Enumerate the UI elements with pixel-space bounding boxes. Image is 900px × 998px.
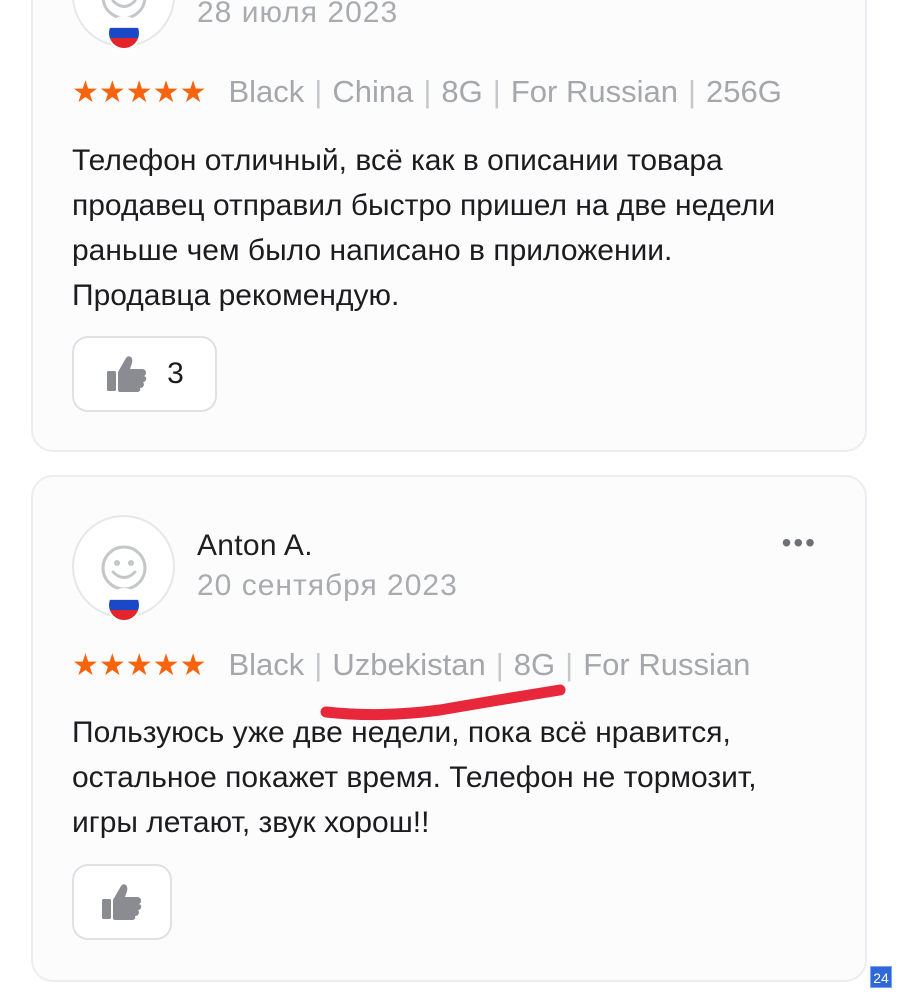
thumbs-up-icon bbox=[102, 884, 142, 920]
review-date: 28 июля 2023 bbox=[197, 0, 399, 29]
option-ram: 8G bbox=[513, 647, 556, 682]
product-options: ★★★★★ Black | Uzbekistan | 8G | For Russian bbox=[72, 647, 751, 682]
review-card: Anton A. 20 сентября 2023 ••• ★★★★★ Black… bbox=[31, 475, 867, 982]
reviews-page: 28 июля 2023 ★★★★★ Black | China | 8G | For Rus… bbox=[0, 0, 900, 998]
star-rating: ★★★★★ bbox=[72, 649, 207, 682]
smiley-icon bbox=[101, 545, 147, 591]
like-count: 3 bbox=[167, 357, 184, 390]
option-storage: 256G bbox=[706, 74, 782, 109]
option-region: China bbox=[332, 74, 414, 109]
option-ram: 8G bbox=[441, 74, 483, 109]
russia-flag-icon bbox=[107, 588, 141, 622]
author-name[interactable]: Anton A. bbox=[197, 529, 313, 563]
like-button[interactable] bbox=[72, 864, 172, 940]
option-version: For Russian bbox=[510, 74, 678, 109]
thumbs-up-icon bbox=[107, 356, 147, 392]
star-rating: ★★★★★ bbox=[72, 76, 207, 109]
option-version: For Russian bbox=[583, 647, 751, 682]
review-card: 28 июля 2023 ★★★★★ Black | China | 8G | For Rus… bbox=[31, 0, 867, 452]
review-text: Пользуюсь уже две недели, пока всё нрави… bbox=[72, 716, 757, 839]
russia-flag-icon bbox=[107, 16, 141, 50]
product-options: ★★★★★ Black | China | 8G | For Russian | 256G bbox=[72, 74, 782, 109]
option-region: Uzbekistan bbox=[332, 647, 486, 682]
review-text: Телефон отличный, всё как в описании тов… bbox=[72, 144, 776, 312]
page-number-badge: 24 bbox=[870, 966, 892, 988]
like-button[interactable]: 3 bbox=[72, 336, 217, 412]
review-date: 20 сентября 2023 bbox=[197, 569, 458, 602]
more-options-icon[interactable]: ••• bbox=[782, 529, 817, 557]
option-color: Black bbox=[228, 74, 305, 109]
option-color: Black bbox=[228, 647, 305, 682]
